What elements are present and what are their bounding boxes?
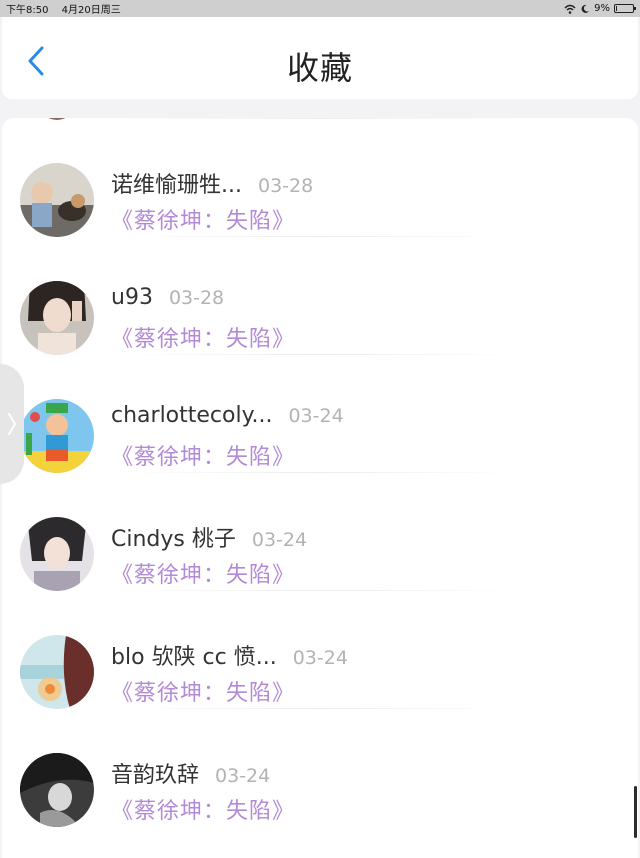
divider <box>122 354 518 355</box>
user-name: Cindys 桃子 <box>111 527 236 552</box>
avatar[interactable] <box>20 753 94 827</box>
list-item[interactable]: 诺维愉珊牲... 03-28 《蔡徐坤：失陷》 <box>2 118 638 237</box>
moon-icon <box>581 4 590 13</box>
list-item[interactable]: charlottecoly... 03-24 《蔡徐坤：失陷》 <box>2 354 638 473</box>
battery-percent: 9% <box>594 3 610 14</box>
battery-level <box>616 6 617 11</box>
item-date: 03-24 <box>292 647 348 669</box>
song-title: 《蔡徐坤：失陷》 <box>111 681 296 706</box>
song-title: 《蔡徐坤：失陷》 <box>111 327 296 352</box>
user-name: u93 <box>111 285 153 310</box>
user-name: 音韵玖辞 <box>111 763 200 788</box>
divider <box>122 118 518 119</box>
scrollbar[interactable] <box>634 786 637 838</box>
item-name-line: 音韵玖辞 03-24 <box>111 757 270 789</box>
side-drawer-handle[interactable] <box>0 364 24 484</box>
divider <box>122 472 518 473</box>
divider <box>122 590 518 591</box>
divider <box>122 708 518 709</box>
item-date: 03-28 <box>257 175 314 197</box>
user-name: charlottecoly... <box>111 403 273 428</box>
status-time: 下午8:50 <box>6 5 49 16</box>
list-item[interactable]: 音韵玖辞 03-24 《蔡徐坤：失陷》 <box>2 708 638 827</box>
item-name-line: 诺维愉珊牲... 03-28 <box>111 167 313 199</box>
wifi-icon <box>564 4 576 14</box>
item-date: 03-24 <box>215 765 271 787</box>
status-date: 4月20日周三 <box>61 5 121 16</box>
item-date: 03-24 <box>288 405 344 427</box>
avatar[interactable] <box>20 163 94 237</box>
song-title: 《蔡徐坤：失陷》 <box>111 445 296 470</box>
item-date: 03-24 <box>251 529 308 551</box>
chevron-right-icon <box>8 413 16 435</box>
nav-bar: 收藏 <box>2 17 638 99</box>
item-name-line: u93 03-28 <box>111 285 224 310</box>
list-item[interactable]: blo 欤陕 cc 愤... 03-24 《蔡徐坤：失陷》 <box>2 590 638 709</box>
avatar[interactable] <box>20 399 94 473</box>
avatar[interactable] <box>20 635 94 709</box>
list-item[interactable]: Cindys 桃子 03-24 《蔡徐坤：失陷》 <box>2 472 638 591</box>
item-name-line: blo 欤陕 cc 愤... 03-24 <box>111 639 348 671</box>
page-title: 收藏 <box>286 49 353 87</box>
divider <box>122 236 518 237</box>
user-name: 诺维愉珊牲... <box>111 173 242 198</box>
avatar[interactable] <box>20 281 94 355</box>
battery-icon <box>614 4 636 13</box>
song-title: 《蔡徐坤：失陷》 <box>111 563 296 588</box>
status-bar: 下午8:50 4月20日周三 9% <box>0 0 640 17</box>
avatar[interactable] <box>20 517 94 591</box>
status-right: 9% <box>564 3 636 14</box>
favorites-list: 诺维愉珊牲... 03-28 《蔡徐坤：失陷》 u93 03-28 《蔡徐坤：失陷》 <box>2 118 638 858</box>
item-date: 03-28 <box>168 287 225 309</box>
item-name-line: Cindys 桃子 03-24 <box>111 521 307 553</box>
user-name: blo 欤陕 cc 愤... <box>111 645 277 670</box>
item-name-line: charlottecoly... 03-24 <box>111 403 344 428</box>
status-left: 下午8:50 4月20日周三 <box>6 1 131 16</box>
list-item[interactable]: u93 03-28 《蔡徐坤：失陷》 <box>2 236 638 355</box>
song-title: 《蔡徐坤：失陷》 <box>111 799 296 824</box>
song-title: 《蔡徐坤：失陷》 <box>111 209 296 234</box>
